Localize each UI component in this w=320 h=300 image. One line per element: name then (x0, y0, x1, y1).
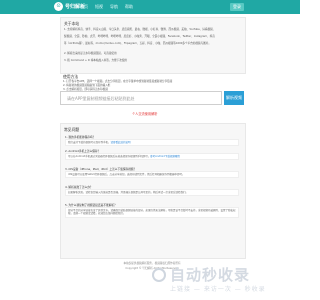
notice-line: 等（AirPods版）、最右等、momo(moduu.com)、Flipagra… (64, 42, 211, 45)
usage-note: 个人交流使用解析 (132, 112, 158, 116)
watermark-subtitle: 上链接 — 来访一次 — 秒收录 (170, 286, 266, 293)
watermark-circle-icon (152, 268, 166, 282)
search-placeholder: 请在APP里复制视频链接后粘贴到此处 (67, 96, 135, 101)
nav-item-help[interactable]: 帮助 (125, 4, 133, 10)
faq-answer: 我们支持下载的视频可以保存到手机，请参看此处的说明 (65, 139, 239, 147)
nav-item-home[interactable]: 首页 (80, 4, 88, 10)
faq-link[interactable]: 参考Android下载视频教程 (150, 155, 180, 158)
watermark-title: 自动秒收录 (170, 266, 251, 284)
faq-answer: 如果解析失败，请检查您输入的链接是否正确，并且确认视频是公开可见的，稍后再试一次… (65, 189, 239, 197)
logo-icon: ⊙ (54, 2, 63, 11)
faq-answer: iOS设备可以使用Safari打开视频后，点击分享按钮，选择存储到文件，然后打开… (65, 171, 239, 179)
faq-panel: 常见问题 1. 我的手机能够保存吗？ 我们支持下载的视频可以保存到手机，请参看此… (60, 123, 246, 259)
top-nav-bar: ⊙ 号归解析 首页 短视 导航 帮助 登录 (0, 0, 300, 14)
parse-button[interactable]: 解析视频 (224, 91, 244, 105)
watermark-logo: 自动秒收录 上链接 — 来访一次 — 秒收录 (152, 262, 292, 296)
notice-line: 梨视频、全民、秒拍、虎牙、哔哩哔哩、哔哩哔哩、皮皮虾、小咖秀、开眼、全民小视频、… (64, 35, 215, 38)
video-link-input[interactable]: 请在APP里复制视频链接后粘贴到此处 (60, 91, 222, 105)
faq-answer: 部分平台的分享链接包含了其他文字，请确保只粘贴视频链接的部分，如果仍然无法解析，… (65, 207, 239, 218)
faq-title: 常见问题 (64, 127, 80, 132)
site-notice-panel: 关于本站 1. 支持解析抖音、快手、抖音火山版、今日头条、皮皮搞笑、最右、微视、… (60, 17, 246, 74)
notice-line: 3. 按 Command + D 将本站加入书签，方便下次使用 (64, 59, 128, 62)
notice-title: 关于本站 (64, 21, 80, 26)
notice-line: 2. 解析出来的是无水印视频链接，可直接使用 (64, 52, 117, 55)
faq-link[interactable]: 请参看此处的说明 (111, 141, 131, 144)
main-nav: 首页 短视 导航 帮助 (80, 4, 133, 10)
nav-item-navigation[interactable]: 导航 (110, 4, 118, 10)
login-button[interactable]: 登录 (230, 3, 244, 11)
faq-answer: 可以在Android手机通过浏览器打开视频后长按选择保存视频到手机即可，参考An… (65, 153, 239, 161)
nav-item-short-video[interactable]: 短视 (95, 4, 103, 10)
notice-line: 1. 支持解析抖音、快手、抖音火山版、今日头条、皮皮搞笑、最右、微视、小红书、微… (64, 28, 216, 31)
